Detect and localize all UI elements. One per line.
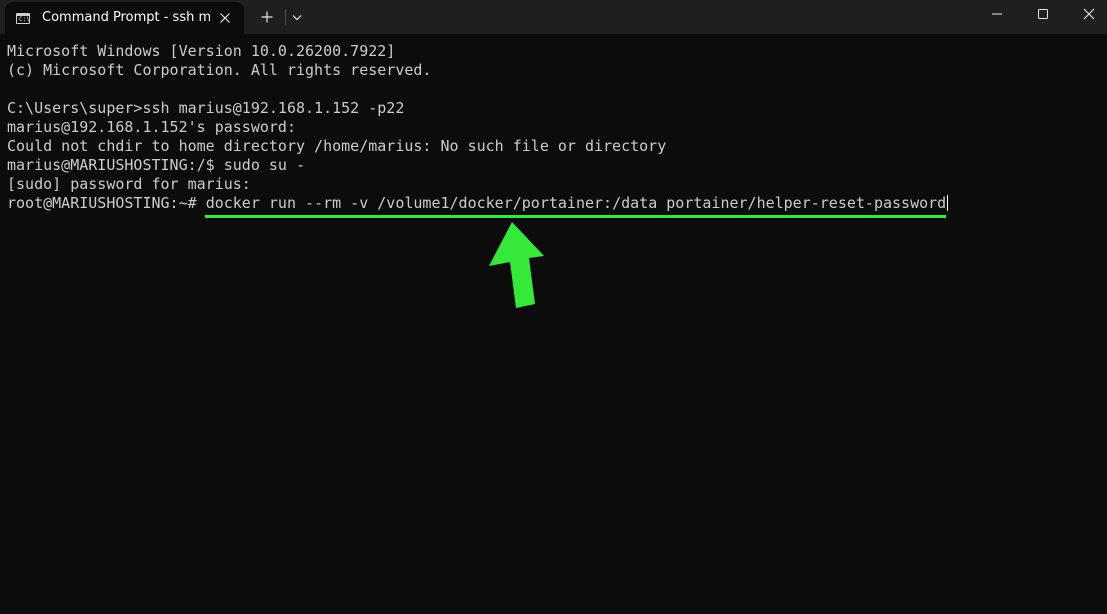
new-tab-plus-icon[interactable] bbox=[258, 8, 276, 26]
close-icon bbox=[1083, 8, 1095, 20]
shell-prompt: root@MARIUSHOSTING:~# bbox=[7, 194, 206, 212]
command-line[interactable]: root@MARIUSHOSTING:~# docker run --rm -v… bbox=[7, 194, 949, 213]
terminal-line: marius@192.168.1.152's password: bbox=[7, 118, 296, 136]
terminal-output[interactable]: Microsoft Windows [Version 10.0.26200.79… bbox=[0, 34, 1107, 614]
maximize-button[interactable] bbox=[1020, 0, 1066, 32]
terminal-window: C:\ Command Prompt - ssh mari Microsoft … bbox=[0, 0, 1107, 614]
chevron-down-icon[interactable] bbox=[289, 8, 305, 26]
terminal-line: (c) Microsoft Corporation. All rights re… bbox=[7, 61, 432, 79]
command-highlight-underline bbox=[205, 215, 946, 218]
close-window-button[interactable] bbox=[1066, 0, 1107, 32]
current-command: docker run --rm -v /volume1/docker/porta… bbox=[205, 194, 947, 212]
arrow-up-icon bbox=[489, 222, 544, 308]
minimize-icon bbox=[992, 13, 1002, 15]
text-cursor bbox=[947, 195, 949, 211]
terminal-line: marius@MARIUSHOSTING:/$ sudo su - bbox=[7, 156, 306, 174]
close-tab-icon[interactable] bbox=[217, 10, 233, 26]
maximize-icon bbox=[1038, 9, 1048, 19]
tab-title: Command Prompt - ssh mari bbox=[42, 10, 210, 25]
terminal-line: C:\Users\super>ssh marius@192.168.1.152 … bbox=[7, 99, 405, 117]
tab-command-prompt[interactable]: C:\ Command Prompt - ssh mari bbox=[5, 2, 244, 34]
tab-separator bbox=[285, 9, 286, 25]
cmd-icon: C:\ bbox=[16, 13, 30, 24]
title-bar: C:\ Command Prompt - ssh mari bbox=[0, 0, 1107, 34]
terminal-line: [sudo] password for marius: bbox=[7, 175, 251, 193]
terminal-line: Microsoft Windows [Version 10.0.26200.79… bbox=[7, 42, 396, 60]
minimize-button[interactable] bbox=[974, 0, 1020, 32]
terminal-line: Could not chdir to home directory /home/… bbox=[7, 137, 667, 155]
